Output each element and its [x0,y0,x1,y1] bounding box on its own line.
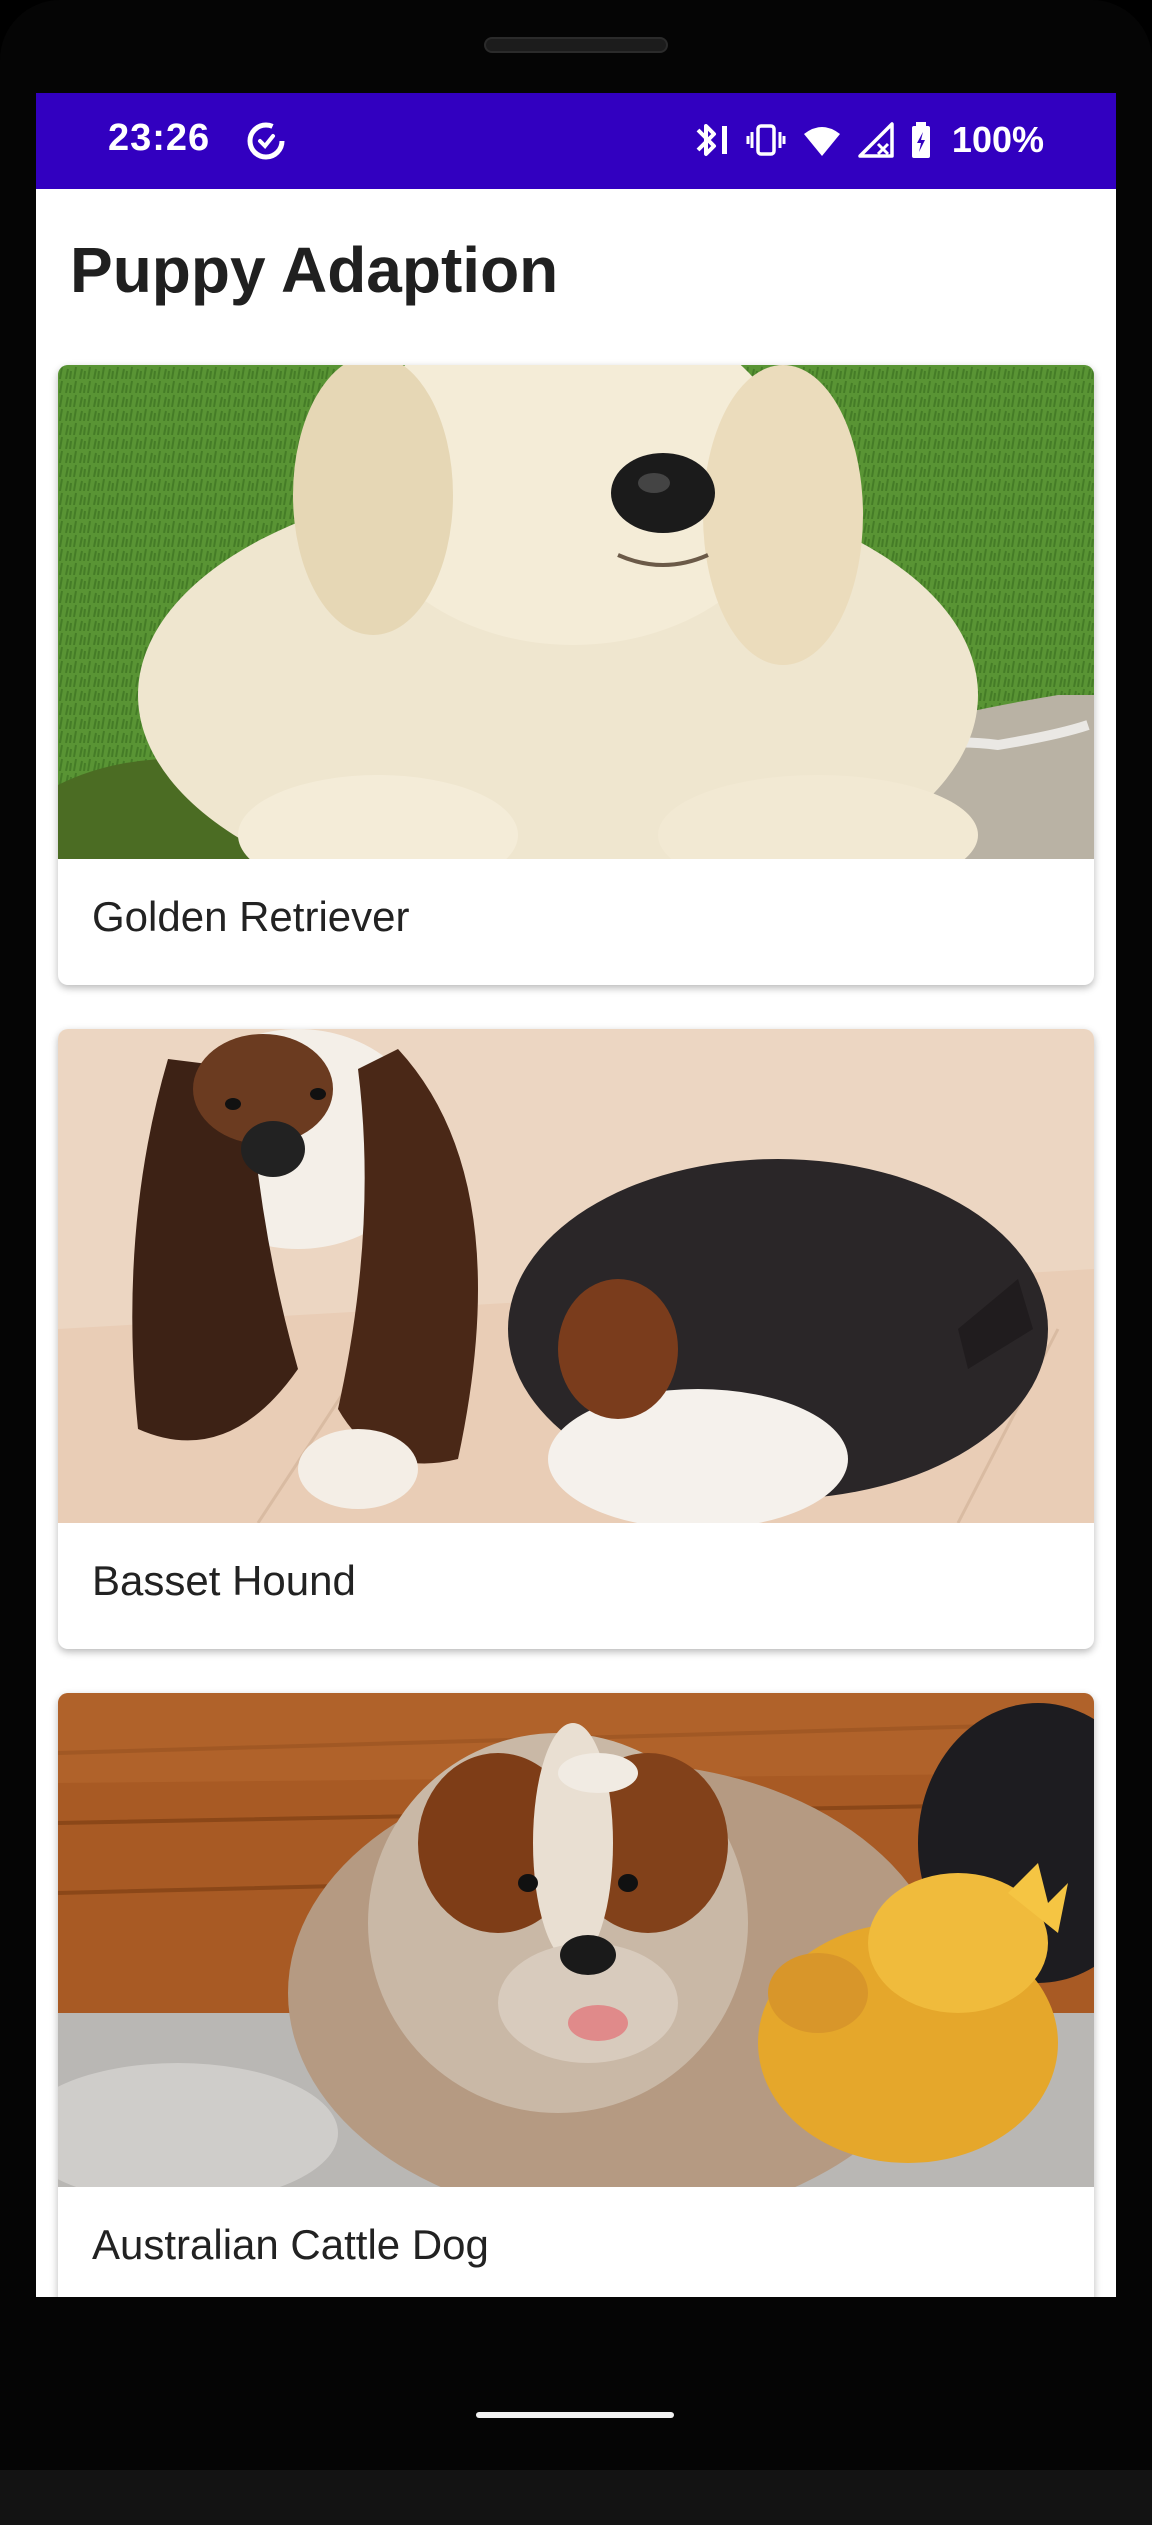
puppy-name: Basset Hound [92,1557,356,1604]
status-bar: 23:26 100% [36,93,1116,189]
basset-hound-photo [58,1029,1094,1523]
battery-percent: 100% [951,119,1044,160]
bottom-bezel [0,2470,1152,2525]
home-gesture-handle[interactable] [476,2412,674,2418]
app-title: Puppy Adaption [70,234,559,306]
bluetooth-icon [690,118,730,162]
vibrate-icon [746,118,786,162]
golden-retriever-photo [58,365,1094,859]
status-time: 23:26 [108,117,211,159]
puppy-name: Golden Retriever [92,893,410,940]
data-saver-icon [244,119,288,163]
status-icons: 100% [690,115,1044,165]
screen: 23:26 100% Puppy Adaption Golden Retriev… [36,93,1116,2390]
speaker-grille [484,37,668,53]
signal-off-icon [858,118,894,162]
wifi-icon [802,118,842,162]
australian-cattle-dog-photo [58,1693,1094,2187]
puppy-card[interactable]: Basset Hound [58,1029,1094,1649]
puppy-card[interactable]: Golden Retriever [58,365,1094,985]
puppy-name: Australian Cattle Dog [92,2221,489,2268]
battery-charging-icon [910,118,932,162]
puppy-card[interactable]: Australian Cattle Dog [58,1693,1094,2313]
